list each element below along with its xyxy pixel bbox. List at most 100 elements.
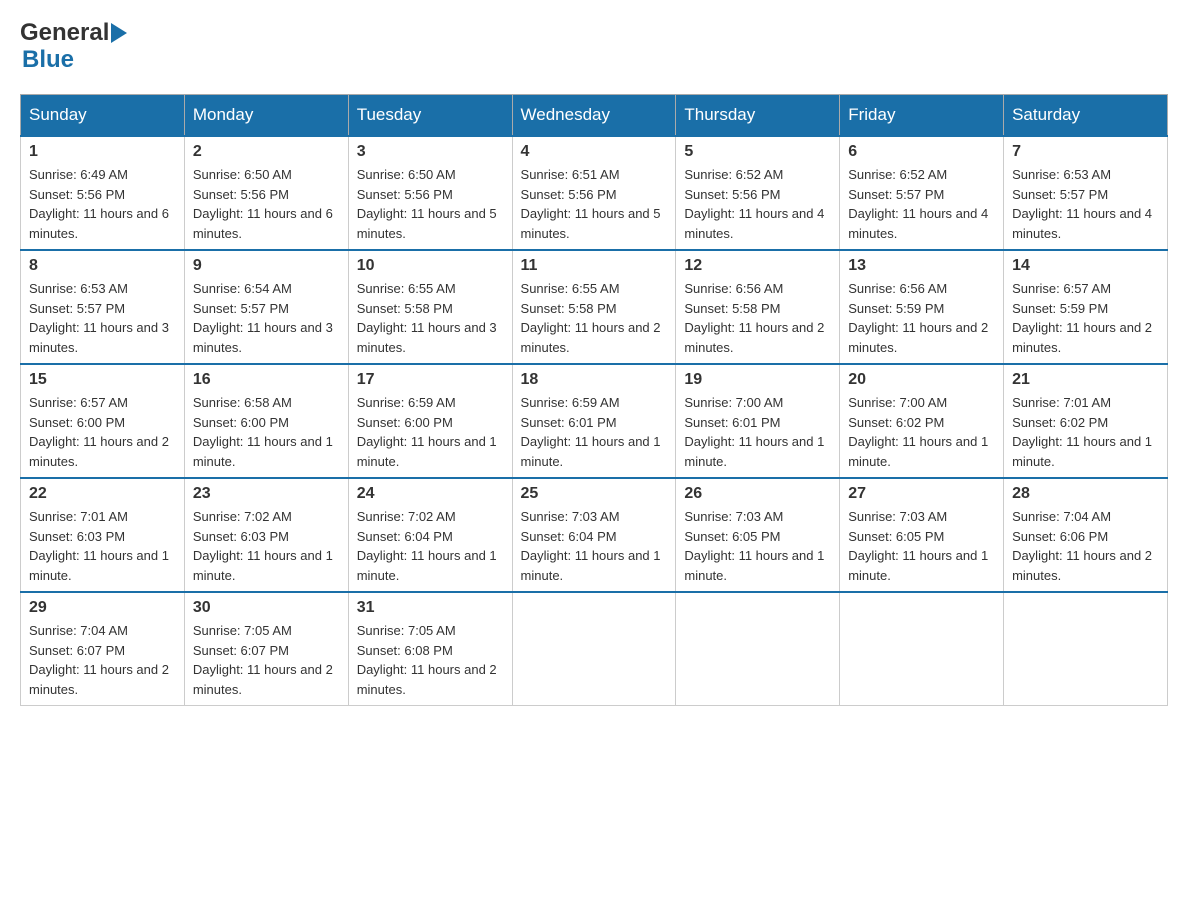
calendar-day-cell: 30 Sunrise: 7:05 AMSunset: 6:07 PMDaylig…	[184, 592, 348, 706]
day-info: Sunrise: 7:03 AMSunset: 6:05 PMDaylight:…	[848, 509, 988, 583]
day-number: 18	[521, 371, 668, 389]
day-number: 17	[357, 371, 504, 389]
calendar-week-row: 29 Sunrise: 7:04 AMSunset: 6:07 PMDaylig…	[21, 592, 1168, 706]
day-info: Sunrise: 6:53 AMSunset: 5:57 PMDaylight:…	[29, 281, 169, 355]
weekday-header-wednesday: Wednesday	[512, 95, 676, 137]
day-info: Sunrise: 7:05 AMSunset: 6:07 PMDaylight:…	[193, 623, 333, 697]
calendar-day-cell: 28 Sunrise: 7:04 AMSunset: 6:06 PMDaylig…	[1004, 478, 1168, 592]
calendar-day-cell: 19 Sunrise: 7:00 AMSunset: 6:01 PMDaylig…	[676, 364, 840, 478]
calendar-day-cell: 18 Sunrise: 6:59 AMSunset: 6:01 PMDaylig…	[512, 364, 676, 478]
day-number: 12	[684, 257, 831, 275]
day-info: Sunrise: 6:53 AMSunset: 5:57 PMDaylight:…	[1012, 167, 1152, 241]
day-number: 16	[193, 371, 340, 389]
day-number: 13	[848, 257, 995, 275]
day-info: Sunrise: 7:04 AMSunset: 6:07 PMDaylight:…	[29, 623, 169, 697]
calendar-day-cell	[1004, 592, 1168, 706]
day-info: Sunrise: 6:49 AMSunset: 5:56 PMDaylight:…	[29, 167, 169, 241]
calendar-day-cell: 26 Sunrise: 7:03 AMSunset: 6:05 PMDaylig…	[676, 478, 840, 592]
day-number: 24	[357, 485, 504, 503]
day-info: Sunrise: 6:56 AMSunset: 5:58 PMDaylight:…	[684, 281, 824, 355]
calendar-day-cell: 25 Sunrise: 7:03 AMSunset: 6:04 PMDaylig…	[512, 478, 676, 592]
calendar-day-cell: 24 Sunrise: 7:02 AMSunset: 6:04 PMDaylig…	[348, 478, 512, 592]
weekday-header-sunday: Sunday	[21, 95, 185, 137]
day-info: Sunrise: 7:00 AMSunset: 6:02 PMDaylight:…	[848, 395, 988, 469]
day-number: 6	[848, 143, 995, 161]
logo-blue-part: Blue	[22, 46, 74, 73]
day-info: Sunrise: 6:50 AMSunset: 5:56 PMDaylight:…	[357, 167, 497, 241]
day-number: 8	[29, 257, 176, 275]
calendar-day-cell	[676, 592, 840, 706]
calendar-day-cell: 2 Sunrise: 6:50 AMSunset: 5:56 PMDayligh…	[184, 136, 348, 250]
day-info: Sunrise: 6:59 AMSunset: 6:01 PMDaylight:…	[521, 395, 661, 469]
calendar-week-row: 8 Sunrise: 6:53 AMSunset: 5:57 PMDayligh…	[21, 250, 1168, 364]
day-number: 26	[684, 485, 831, 503]
day-info: Sunrise: 6:57 AMSunset: 6:00 PMDaylight:…	[29, 395, 169, 469]
day-info: Sunrise: 6:58 AMSunset: 6:00 PMDaylight:…	[193, 395, 333, 469]
calendar-day-cell: 13 Sunrise: 6:56 AMSunset: 5:59 PMDaylig…	[840, 250, 1004, 364]
calendar-day-cell: 10 Sunrise: 6:55 AMSunset: 5:58 PMDaylig…	[348, 250, 512, 364]
day-info: Sunrise: 6:55 AMSunset: 5:58 PMDaylight:…	[357, 281, 497, 355]
weekday-header-saturday: Saturday	[1004, 95, 1168, 137]
day-number: 7	[1012, 143, 1159, 161]
day-number: 29	[29, 599, 176, 617]
day-number: 31	[357, 599, 504, 617]
calendar-day-cell: 9 Sunrise: 6:54 AMSunset: 5:57 PMDayligh…	[184, 250, 348, 364]
day-number: 10	[357, 257, 504, 275]
calendar-week-row: 15 Sunrise: 6:57 AMSunset: 6:00 PMDaylig…	[21, 364, 1168, 478]
calendar-day-cell: 27 Sunrise: 7:03 AMSunset: 6:05 PMDaylig…	[840, 478, 1004, 592]
day-info: Sunrise: 6:56 AMSunset: 5:59 PMDaylight:…	[848, 281, 988, 355]
day-info: Sunrise: 7:02 AMSunset: 6:03 PMDaylight:…	[193, 509, 333, 583]
calendar-day-cell: 5 Sunrise: 6:52 AMSunset: 5:56 PMDayligh…	[676, 136, 840, 250]
day-info: Sunrise: 7:03 AMSunset: 6:04 PMDaylight:…	[521, 509, 661, 583]
day-info: Sunrise: 7:01 AMSunset: 6:02 PMDaylight:…	[1012, 395, 1152, 469]
calendar-day-cell: 16 Sunrise: 6:58 AMSunset: 6:00 PMDaylig…	[184, 364, 348, 478]
weekday-header-row: SundayMondayTuesdayWednesdayThursdayFrid…	[21, 95, 1168, 137]
weekday-header-tuesday: Tuesday	[348, 95, 512, 137]
day-number: 4	[521, 143, 668, 161]
weekday-header-friday: Friday	[840, 95, 1004, 137]
calendar-day-cell: 4 Sunrise: 6:51 AMSunset: 5:56 PMDayligh…	[512, 136, 676, 250]
logo: General Blue	[20, 20, 129, 74]
calendar-week-row: 1 Sunrise: 6:49 AMSunset: 5:56 PMDayligh…	[21, 136, 1168, 250]
calendar-day-cell: 17 Sunrise: 6:59 AMSunset: 6:00 PMDaylig…	[348, 364, 512, 478]
day-info: Sunrise: 6:52 AMSunset: 5:56 PMDaylight:…	[684, 167, 824, 241]
day-info: Sunrise: 7:05 AMSunset: 6:08 PMDaylight:…	[357, 623, 497, 697]
logo-general-part: General	[20, 20, 109, 46]
day-number: 23	[193, 485, 340, 503]
day-number: 30	[193, 599, 340, 617]
weekday-header-thursday: Thursday	[676, 95, 840, 137]
day-number: 22	[29, 485, 176, 503]
day-number: 19	[684, 371, 831, 389]
calendar-day-cell: 1 Sunrise: 6:49 AMSunset: 5:56 PMDayligh…	[21, 136, 185, 250]
day-info: Sunrise: 6:59 AMSunset: 6:00 PMDaylight:…	[357, 395, 497, 469]
day-number: 15	[29, 371, 176, 389]
calendar-day-cell: 29 Sunrise: 7:04 AMSunset: 6:07 PMDaylig…	[21, 592, 185, 706]
day-number: 28	[1012, 485, 1159, 503]
day-number: 21	[1012, 371, 1159, 389]
day-number: 14	[1012, 257, 1159, 275]
day-info: Sunrise: 6:55 AMSunset: 5:58 PMDaylight:…	[521, 281, 661, 355]
day-number: 25	[521, 485, 668, 503]
calendar-day-cell: 3 Sunrise: 6:50 AMSunset: 5:56 PMDayligh…	[348, 136, 512, 250]
day-number: 11	[521, 257, 668, 275]
calendar-day-cell: 15 Sunrise: 6:57 AMSunset: 6:00 PMDaylig…	[21, 364, 185, 478]
calendar-day-cell: 6 Sunrise: 6:52 AMSunset: 5:57 PMDayligh…	[840, 136, 1004, 250]
day-number: 20	[848, 371, 995, 389]
day-number: 1	[29, 143, 176, 161]
calendar-day-cell: 11 Sunrise: 6:55 AMSunset: 5:58 PMDaylig…	[512, 250, 676, 364]
day-number: 5	[684, 143, 831, 161]
calendar-day-cell	[840, 592, 1004, 706]
day-info: Sunrise: 6:57 AMSunset: 5:59 PMDaylight:…	[1012, 281, 1152, 355]
day-info: Sunrise: 6:50 AMSunset: 5:56 PMDaylight:…	[193, 167, 333, 241]
calendar-day-cell: 7 Sunrise: 6:53 AMSunset: 5:57 PMDayligh…	[1004, 136, 1168, 250]
calendar-day-cell: 12 Sunrise: 6:56 AMSunset: 5:58 PMDaylig…	[676, 250, 840, 364]
calendar-day-cell: 14 Sunrise: 6:57 AMSunset: 5:59 PMDaylig…	[1004, 250, 1168, 364]
page-header: General Blue	[20, 20, 1168, 74]
day-info: Sunrise: 7:03 AMSunset: 6:05 PMDaylight:…	[684, 509, 824, 583]
day-info: Sunrise: 7:01 AMSunset: 6:03 PMDaylight:…	[29, 509, 169, 583]
calendar-day-cell: 22 Sunrise: 7:01 AMSunset: 6:03 PMDaylig…	[21, 478, 185, 592]
day-number: 3	[357, 143, 504, 161]
day-info: Sunrise: 6:54 AMSunset: 5:57 PMDaylight:…	[193, 281, 333, 355]
calendar-day-cell: 23 Sunrise: 7:02 AMSunset: 6:03 PMDaylig…	[184, 478, 348, 592]
calendar-table: SundayMondayTuesdayWednesdayThursdayFrid…	[20, 94, 1168, 706]
